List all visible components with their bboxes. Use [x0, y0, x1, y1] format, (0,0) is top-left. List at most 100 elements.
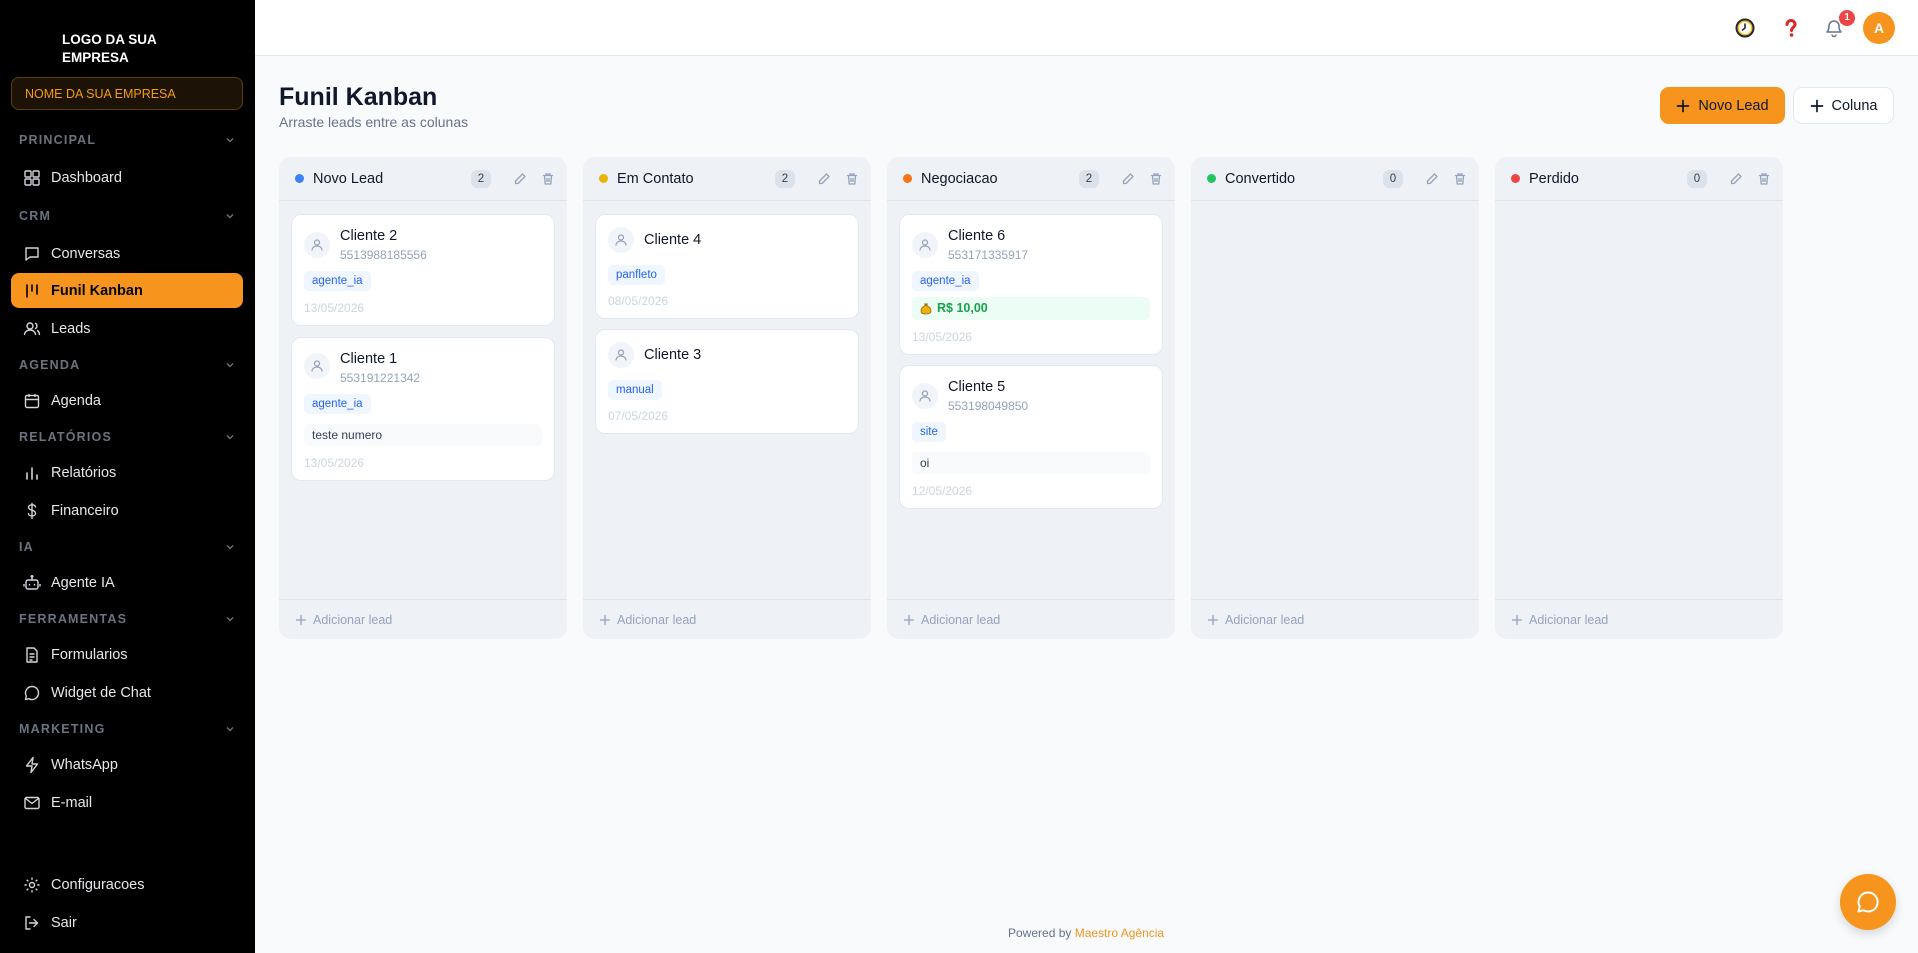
lead-note: oi — [912, 452, 1150, 474]
pencil-icon[interactable] — [1729, 172, 1743, 186]
lead-card[interactable]: Cliente 1 553191221342 agente_ia teste n… — [291, 337, 555, 481]
lead-name: Cliente 2 — [340, 228, 398, 244]
sidebar-item-sair[interactable]: Sair — [11, 905, 243, 940]
help-icon[interactable] — [1780, 17, 1802, 39]
sidebar-item-configuracoes[interactable]: Configuracoes — [11, 867, 243, 902]
sidebar-item-formularios[interactable]: Formularios — [11, 637, 243, 672]
lead-card[interactable]: Cliente 3 manual 07/05/2026 — [595, 329, 859, 434]
chevron-down-icon — [226, 363, 234, 368]
section-label: MARKETING — [19, 722, 106, 736]
lead-card[interactable]: Cliente 4 panfleto 08/05/2026 — [595, 214, 859, 319]
section-principal[interactable]: PRINCIPAL — [19, 133, 235, 147]
plus-icon — [1810, 99, 1823, 112]
lead-date: 08/05/2026 — [608, 294, 669, 308]
section-crm[interactable]: CRM — [19, 209, 235, 223]
sidebar-item-financeiro[interactable]: Financeiro — [11, 493, 243, 528]
dashboard-icon — [24, 169, 40, 186]
bot-icon — [23, 574, 41, 590]
sidebar-item-dashboard[interactable]: Dashboard — [11, 160, 243, 195]
sidebar-item-relatorios[interactable]: Relatórios — [11, 455, 243, 490]
section-label: AGENDA — [19, 358, 81, 372]
message-circle-icon — [1857, 891, 1879, 913]
lead-date: 13/05/2026 — [304, 456, 365, 470]
column-header: Novo Lead 2 — [279, 157, 567, 201]
section-agenda[interactable]: AGENDA — [19, 358, 235, 372]
chat-widget-button[interactable] — [1840, 874, 1896, 930]
add-lead-label: Adicionar lead — [1225, 612, 1305, 627]
sidebar-item-label: Relatórios — [51, 464, 117, 481]
column-count: 2 — [775, 169, 795, 188]
lead-date: 13/05/2026 — [912, 330, 973, 344]
plus-icon — [1207, 614, 1219, 625]
add-lead-button[interactable]: Adicionar lead — [1495, 599, 1783, 639]
section-label: PRINCIPAL — [19, 133, 97, 147]
bar-chart-icon — [26, 466, 38, 480]
kanban-column-em-contato: Em Contato 2 Cliente 4 panfleto 08/05/20… — [583, 157, 871, 639]
pencil-icon[interactable] — [817, 172, 831, 186]
lead-card[interactable]: Cliente 6 553171335917 agente_ia R$ 10,0… — [899, 214, 1163, 355]
column-color-dot — [903, 174, 912, 183]
add-lead-label: Adicionar lead — [1529, 612, 1609, 627]
column-title: Negociacao — [921, 170, 998, 187]
section-ferramentas[interactable]: FERRAMENTAS — [19, 612, 235, 626]
pencil-icon[interactable] — [1121, 172, 1135, 186]
lead-date: 07/05/2026 — [608, 409, 669, 423]
lead-phone: 553198049850 — [948, 399, 1029, 413]
lead-card[interactable]: Cliente 2 5513988185556 agente_ia 13/05/… — [291, 214, 555, 326]
add-lead-button[interactable]: Adicionar lead — [887, 599, 1175, 639]
column-color-dot — [599, 174, 608, 183]
sidebar-item-conversas[interactable]: Conversas — [11, 236, 243, 271]
add-lead-button[interactable]: Adicionar lead — [583, 599, 871, 639]
lead-card[interactable]: Cliente 5 553198049850 site oi 12/05/202… — [899, 365, 1163, 509]
sidebar-item-whatsapp[interactable]: WhatsApp — [11, 747, 243, 782]
user-icon — [311, 239, 323, 251]
trash-icon[interactable] — [541, 172, 555, 186]
pencil-icon[interactable] — [1425, 172, 1439, 186]
lead-avatar — [608, 227, 634, 253]
new-lead-button[interactable]: Novo Lead — [1660, 87, 1785, 124]
clock-icon[interactable] — [1734, 17, 1756, 39]
kanban-column-negociacao: Negociacao 2 Cliente 6 553171335917 agen… — [887, 157, 1175, 639]
trash-icon[interactable] — [845, 172, 859, 186]
chevron-down-icon — [226, 617, 234, 622]
kanban-column-convertido: Convertido 0 Adicionar lead — [1191, 157, 1479, 639]
user-avatar[interactable]: A — [1863, 12, 1895, 44]
column-title: Perdido — [1529, 170, 1579, 187]
lead-avatar — [608, 342, 634, 368]
section-ia[interactable]: IA — [19, 540, 235, 554]
trash-icon[interactable] — [1757, 172, 1771, 186]
page-subtitle: Arraste leads entre as colunas — [279, 114, 469, 130]
column-title: Em Contato — [617, 170, 694, 187]
sidebar-item-email[interactable]: E-mail — [11, 785, 243, 820]
sidebar-item-agenda[interactable]: Agenda — [11, 383, 243, 418]
add-lead-button[interactable]: Adicionar lead — [1191, 599, 1479, 639]
file-text-icon — [26, 646, 38, 663]
trash-icon[interactable] — [1149, 172, 1163, 186]
trash-icon[interactable] — [1453, 172, 1467, 186]
section-marketing[interactable]: MARKETING — [19, 722, 235, 736]
add-column-label: Coluna — [1831, 97, 1878, 114]
sidebar-item-widget-chat[interactable]: Widget de Chat — [11, 675, 243, 710]
lead-tag: agente_ia — [912, 271, 979, 291]
sidebar-item-funil-kanban[interactable]: Funil Kanban — [11, 273, 243, 308]
sidebar-item-agente-ia[interactable]: Agente IA — [11, 565, 243, 600]
footer-brand-link[interactable]: Maestro Agência — [1075, 926, 1164, 940]
company-selector[interactable]: NOME DA SUA EMPRESA — [11, 77, 243, 110]
kanban-column-perdido: Perdido 0 Adicionar lead — [1495, 157, 1783, 639]
pencil-icon[interactable] — [513, 172, 527, 186]
column-count: 0 — [1687, 169, 1707, 188]
add-column-button[interactable]: Coluna — [1793, 87, 1894, 124]
section-label: IA — [19, 540, 34, 554]
dollar-icon — [27, 502, 37, 519]
sidebar-item-label: Agente IA — [51, 574, 115, 591]
user-icon — [919, 390, 931, 402]
sidebar-item-label: Conversas — [51, 245, 121, 262]
sidebar-item-leads[interactable]: Leads — [11, 311, 243, 346]
lead-name: Cliente 1 — [340, 351, 398, 367]
column-title: Novo Lead — [313, 170, 384, 187]
lead-value-text: R$ 10,00 — [937, 301, 988, 315]
company-logo: LOGO DA SUA EMPRESA — [62, 32, 157, 65]
section-relatorios[interactable]: RELATÓRIOS — [19, 430, 235, 444]
column-header: Convertido 0 — [1191, 157, 1479, 201]
add-lead-button[interactable]: Adicionar lead — [279, 599, 567, 639]
